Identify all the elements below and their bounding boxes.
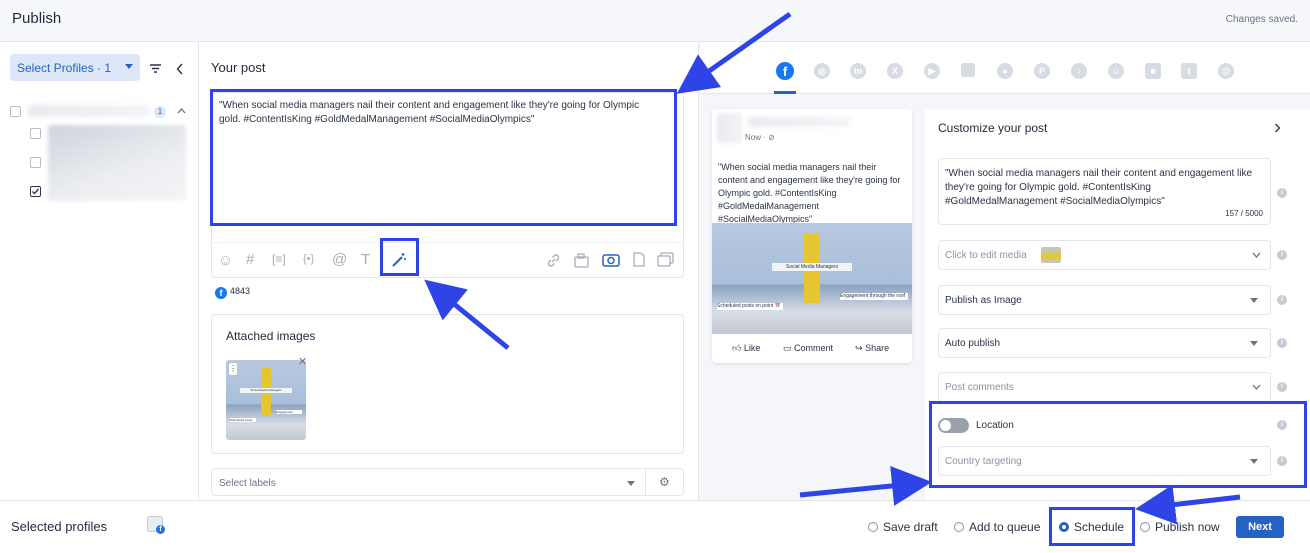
- annotation-arrows: [424, 11, 1241, 525]
- arrow-to-editor: [676, 11, 792, 94]
- arrow-to-schedule: [1135, 484, 1241, 525]
- arrow-to-location: [799, 466, 932, 506]
- arrow-to-magic-wand: [424, 279, 510, 350]
